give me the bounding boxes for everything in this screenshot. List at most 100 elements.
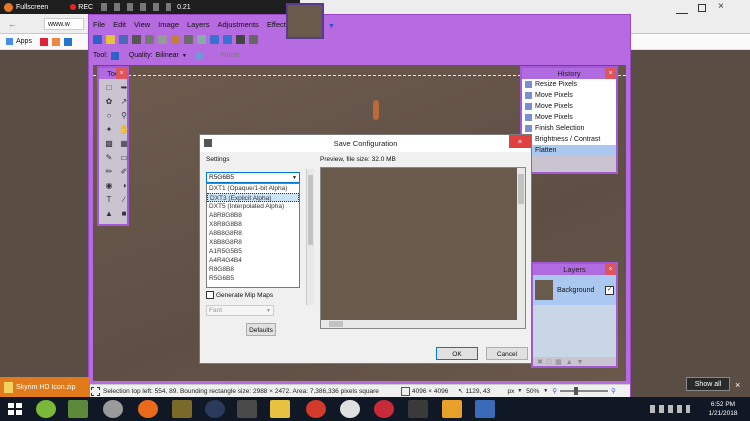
show-all-button[interactable]: Show all (686, 377, 730, 391)
zoom-slider-thumb[interactable] (574, 387, 579, 395)
paste-icon[interactable] (171, 35, 180, 44)
cancel-button[interactable]: Cancel (486, 347, 528, 360)
zoom-dropdown-icon[interactable]: ▼ (543, 388, 548, 394)
menu-image[interactable]: Image (158, 20, 179, 29)
print-icon[interactable] (132, 35, 141, 44)
grid-icon[interactable] (236, 35, 245, 44)
finish-icon[interactable]: ✓ (213, 53, 219, 59)
quality-select[interactable]: Bilinear (156, 52, 179, 59)
paintnet-taskbar-icon[interactable] (475, 400, 495, 418)
paint-bucket-icon[interactable]: ▩ (103, 138, 115, 149)
preview-hscrollbar[interactable] (321, 320, 525, 328)
steam-icon[interactable] (205, 400, 225, 418)
gyazo-icon[interactable] (374, 400, 394, 418)
copy-icon[interactable] (158, 35, 167, 44)
history-item[interactable]: Finish Selection (522, 123, 616, 134)
pan-icon[interactable]: ✋ (118, 124, 130, 135)
close-icon[interactable]: × (116, 68, 127, 79)
magic-wand-icon[interactable]: ✦ (103, 124, 115, 135)
zoom-out-icon[interactable]: ⚲ (552, 387, 557, 395)
browser-url-field[interactable]: www.w (44, 18, 84, 30)
preview-hscroll-thumb[interactable] (329, 321, 343, 327)
unit-select[interactable]: px (507, 388, 514, 395)
finish-button[interactable]: Finish (221, 52, 240, 59)
itunes-icon[interactable] (340, 400, 360, 418)
recorder-fullscreen-label[interactable]: Fullscreen (16, 4, 48, 11)
minimize-icon[interactable] (676, 6, 688, 14)
text-icon[interactable]: T (103, 194, 115, 205)
format-option[interactable]: X8B8G8R8 (207, 238, 299, 247)
menu-file[interactable]: File (93, 20, 105, 29)
cut-icon[interactable] (145, 35, 154, 44)
history-item[interactable]: Move Pixels (522, 90, 616, 101)
pinwheel-icon[interactable] (442, 400, 462, 418)
zoom-icon[interactable]: ⚲ (118, 110, 130, 121)
menu-view[interactable]: View (134, 20, 150, 29)
move-layer-down-icon[interactable]: ▼ (577, 359, 584, 366)
redo-icon[interactable] (223, 35, 232, 44)
add-layer-icon[interactable]: ✖ (537, 358, 543, 366)
close-icon[interactable]: × (605, 68, 616, 79)
history-item[interactable]: Move Pixels (522, 101, 616, 112)
windows-start-icon[interactable] (5, 400, 25, 418)
download-item[interactable]: Skyrim HD Icon.zip (0, 377, 90, 397)
preview-vscroll-thumb[interactable] (518, 174, 524, 204)
settings-scrollbar[interactable] (306, 169, 314, 305)
settings-icon[interactable] (249, 35, 258, 44)
file-explorer-icon[interactable] (270, 400, 290, 418)
rec-label[interactable]: REC (78, 4, 93, 11)
rectangle-select-icon[interactable]: □ (103, 82, 115, 93)
recorder-power-icon[interactable] (4, 2, 13, 12)
clock[interactable]: 6:52 PM 1/21/2018 (703, 400, 743, 418)
media-pause-icon[interactable] (408, 400, 428, 418)
firefox-icon[interactable] (138, 400, 158, 418)
game-icon[interactable] (172, 400, 192, 418)
zoom-value[interactable]: 50% (526, 388, 539, 395)
preview-area[interactable] (320, 167, 526, 329)
browser-back-icon[interactable]: ← (8, 19, 18, 29)
bookmark-apps[interactable]: Apps (16, 38, 32, 45)
format-option[interactable]: A8B8G8R8 (207, 229, 299, 238)
chrome-icon[interactable] (306, 400, 326, 418)
layer-visibility-checkbox[interactable]: ✓ (605, 285, 614, 295)
crop-icon[interactable] (184, 35, 193, 44)
history-item[interactable]: Move Pixels (522, 112, 616, 123)
move-icon[interactable]: ➥ (118, 82, 130, 93)
mip-filter-select[interactable]: Fant ▼ (206, 305, 274, 316)
move-selection-icon[interactable]: ↗ (118, 96, 130, 107)
new-image-icon[interactable] (93, 35, 102, 44)
format-option[interactable]: DXT5 (Interpolated Alpha) (207, 202, 299, 211)
lasso-icon[interactable]: ✿ (103, 96, 115, 107)
color-picker-icon[interactable]: ✐ (118, 166, 130, 177)
history-item[interactable]: Flatten (522, 145, 616, 156)
duplicate-layer-icon[interactable]: □ (547, 359, 551, 366)
generate-mipmaps-option[interactable]: Generate Mip Maps (206, 291, 273, 299)
format-select[interactable]: R5G6B5 ▼ (206, 172, 300, 183)
undo-icon[interactable] (210, 35, 219, 44)
move-layer-up-icon[interactable]: ▲ (566, 359, 573, 366)
format-option[interactable]: X8R8G8B8 (207, 220, 299, 229)
defaults-button[interactable]: Defaults (246, 323, 276, 336)
format-option[interactable]: DXT1 (Opaque/1-bit Alpha) (207, 184, 299, 193)
menu-layers[interactable]: Layers (187, 20, 210, 29)
wunderlist-icon[interactable] (36, 400, 56, 418)
unit-dropdown-icon[interactable]: ▼ (517, 388, 522, 394)
clone-stamp-icon[interactable]: ◉ (103, 180, 115, 191)
format-option[interactable]: R8G8B8 (207, 265, 299, 274)
line-icon[interactable]: ∕ (118, 194, 130, 205)
history-item[interactable]: Brightness / Contrast (522, 134, 616, 145)
close-icon[interactable]: × (605, 264, 616, 275)
close-window-icon[interactable]: × (718, 2, 728, 12)
chevron-down-icon[interactable]: ▼ (292, 175, 299, 181)
close-icon[interactable]: × (735, 380, 745, 390)
maximize-icon[interactable] (698, 4, 706, 12)
ok-button[interactable]: OK (436, 347, 478, 360)
recolor-icon[interactable]: ◑ (118, 180, 130, 191)
settings-scrollbar-thumb[interactable] (308, 175, 313, 245)
save-icon[interactable] (119, 35, 128, 44)
format-option[interactable]: A1R5G5B5 (207, 247, 299, 256)
history-item[interactable]: Resize Pixels (522, 79, 616, 90)
menu-edit[interactable]: Edit (113, 20, 126, 29)
mod-manager-icon[interactable] (237, 400, 257, 418)
generate-mipmaps-checkbox[interactable] (206, 291, 214, 299)
